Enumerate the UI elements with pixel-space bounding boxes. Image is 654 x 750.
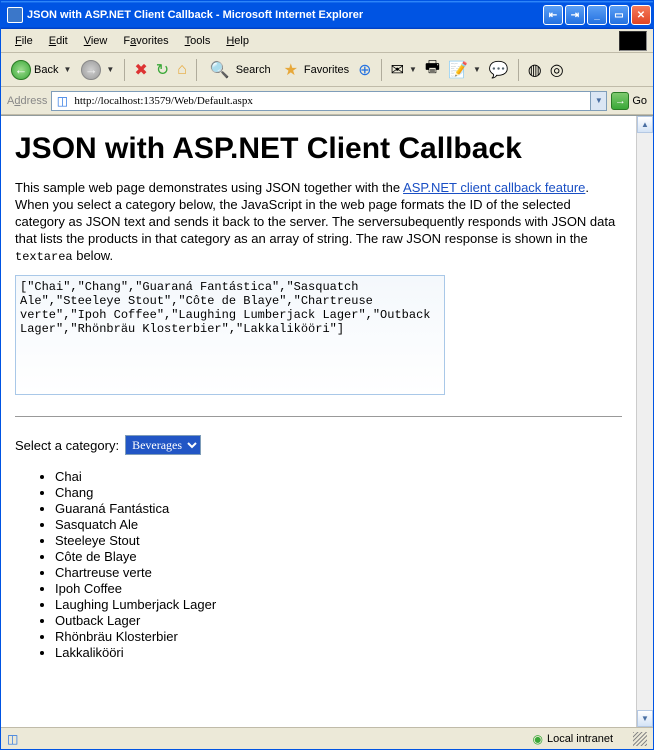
category-select[interactable]: Beverages bbox=[125, 435, 201, 455]
back-label: Back bbox=[34, 64, 58, 76]
discuss-button[interactable]: 💬 bbox=[486, 60, 512, 80]
menu-edit[interactable]: Edit bbox=[41, 33, 76, 49]
product-list-item: Outback Lager bbox=[55, 613, 622, 628]
product-list-item: Chang bbox=[55, 485, 622, 500]
back-icon: ← bbox=[11, 60, 31, 80]
star-icon: ★ bbox=[281, 60, 301, 80]
close-button[interactable]: ✕ bbox=[631, 5, 651, 25]
page-body: JSON with ASP.NET Client Callback This s… bbox=[1, 116, 636, 727]
separator bbox=[381, 59, 382, 81]
stop-button[interactable]: ✖ bbox=[131, 60, 150, 80]
address-input-wrap[interactable]: ◫ ▼ bbox=[51, 91, 607, 111]
window-title: JSON with ASP.NET Client Callback - Micr… bbox=[27, 9, 543, 21]
product-list-item: Chartreuse verte bbox=[55, 565, 622, 580]
textarea-code: textarea bbox=[15, 250, 73, 264]
select-label: Select a category: bbox=[15, 438, 119, 453]
mail-button[interactable]: ✉▼ bbox=[388, 60, 420, 80]
address-label: Address bbox=[7, 95, 47, 107]
search-label: Search bbox=[236, 64, 271, 76]
titlebar: JSON with ASP.NET Client Callback - Micr… bbox=[1, 1, 653, 29]
forward-icon: → bbox=[81, 60, 101, 80]
page-heading: JSON with ASP.NET Client Callback bbox=[15, 132, 622, 166]
ie-throbber-icon bbox=[619, 31, 647, 51]
product-list-item: Sasquatch Ale bbox=[55, 517, 622, 532]
intro-paragraph: This sample web page demonstrates using … bbox=[15, 180, 622, 265]
extra-button-2[interactable]: ◎ bbox=[547, 60, 567, 80]
print-button[interactable]: 🖶 bbox=[422, 56, 443, 83]
address-dropdown[interactable]: ▼ bbox=[590, 92, 606, 110]
zone-label: Local intranet bbox=[547, 733, 613, 745]
menu-favorites[interactable]: Favorites bbox=[115, 33, 176, 49]
minimize-button[interactable]: _ bbox=[587, 5, 607, 25]
go-icon: → bbox=[611, 92, 629, 110]
scroll-track[interactable] bbox=[637, 133, 653, 710]
product-list-item: Steeleye Stout bbox=[55, 533, 622, 548]
app-icon bbox=[7, 7, 23, 23]
extra-button-1[interactable]: ◍ bbox=[525, 60, 545, 80]
product-list-item: Côte de Blaye bbox=[55, 549, 622, 564]
search-button[interactable]: 🔍 Search bbox=[203, 58, 275, 82]
favorites-button[interactable]: ★ Favorites bbox=[277, 58, 354, 82]
media-button[interactable]: ⊕ bbox=[355, 60, 374, 80]
chevron-down-icon: ▼ bbox=[106, 65, 114, 74]
back-button[interactable]: ← Back ▼ bbox=[7, 58, 75, 82]
refresh-button[interactable]: ↻ bbox=[153, 60, 172, 80]
product-list: ChaiChangGuaraná FantásticaSasquatch Ale… bbox=[15, 469, 622, 660]
expand-button[interactable]: ⇥ bbox=[565, 5, 585, 25]
favorites-label: Favorites bbox=[304, 64, 349, 76]
menu-view[interactable]: View bbox=[76, 33, 116, 49]
product-list-item: Rhönbräu Klosterbier bbox=[55, 629, 622, 644]
edit-button[interactable]: 📝▼ bbox=[445, 60, 484, 80]
home-button[interactable]: ⌂ bbox=[174, 61, 190, 79]
scroll-up-button[interactable]: ▲ bbox=[637, 116, 653, 133]
divider bbox=[15, 416, 622, 417]
collapse-button[interactable]: ⇤ bbox=[543, 5, 563, 25]
menu-file[interactable]: File bbox=[7, 33, 41, 49]
menu-help[interactable]: Help bbox=[218, 33, 257, 49]
page-icon: ◫ bbox=[54, 93, 70, 109]
separator bbox=[518, 59, 519, 81]
separator bbox=[196, 59, 197, 81]
vertical-scrollbar[interactable]: ▲ ▼ bbox=[636, 116, 653, 727]
scroll-down-button[interactable]: ▼ bbox=[637, 710, 653, 727]
product-list-item: Lakkalikööri bbox=[55, 645, 622, 660]
statusbar: ◫ ◉ Local intranet bbox=[1, 727, 653, 749]
product-list-item: Guaraná Fantástica bbox=[55, 501, 622, 516]
forward-button[interactable]: → ▼ bbox=[77, 58, 118, 82]
maximize-button[interactable]: ▭ bbox=[609, 5, 629, 25]
product-list-item: Chai bbox=[55, 469, 622, 484]
content-area: JSON with ASP.NET Client Callback This s… bbox=[1, 115, 653, 727]
toolbar: ← Back ▼ → ▼ ✖ ↻ ⌂ 🔍 Search ★ Favorites … bbox=[1, 53, 653, 87]
address-bar: Address ◫ ▼ → Go bbox=[1, 87, 653, 115]
product-list-item: Ipoh Coffee bbox=[55, 581, 622, 596]
go-button[interactable]: → Go bbox=[611, 92, 647, 110]
callback-link[interactable]: ASP.NET client callback feature bbox=[403, 180, 585, 195]
zone-icon: ◉ bbox=[532, 732, 542, 746]
document-icon: ◫ bbox=[7, 732, 21, 746]
chevron-down-icon: ▼ bbox=[63, 65, 71, 74]
resize-grip[interactable] bbox=[633, 732, 647, 746]
json-response-textarea[interactable] bbox=[15, 275, 445, 395]
address-input[interactable] bbox=[72, 94, 590, 108]
product-list-item: Laughing Lumberjack Lager bbox=[55, 597, 622, 612]
menubar: File Edit View Favorites Tools Help bbox=[1, 29, 653, 53]
menu-tools[interactable]: Tools bbox=[177, 33, 219, 49]
search-icon: 🔍 bbox=[207, 60, 233, 80]
separator bbox=[124, 59, 125, 81]
go-label: Go bbox=[632, 95, 647, 107]
